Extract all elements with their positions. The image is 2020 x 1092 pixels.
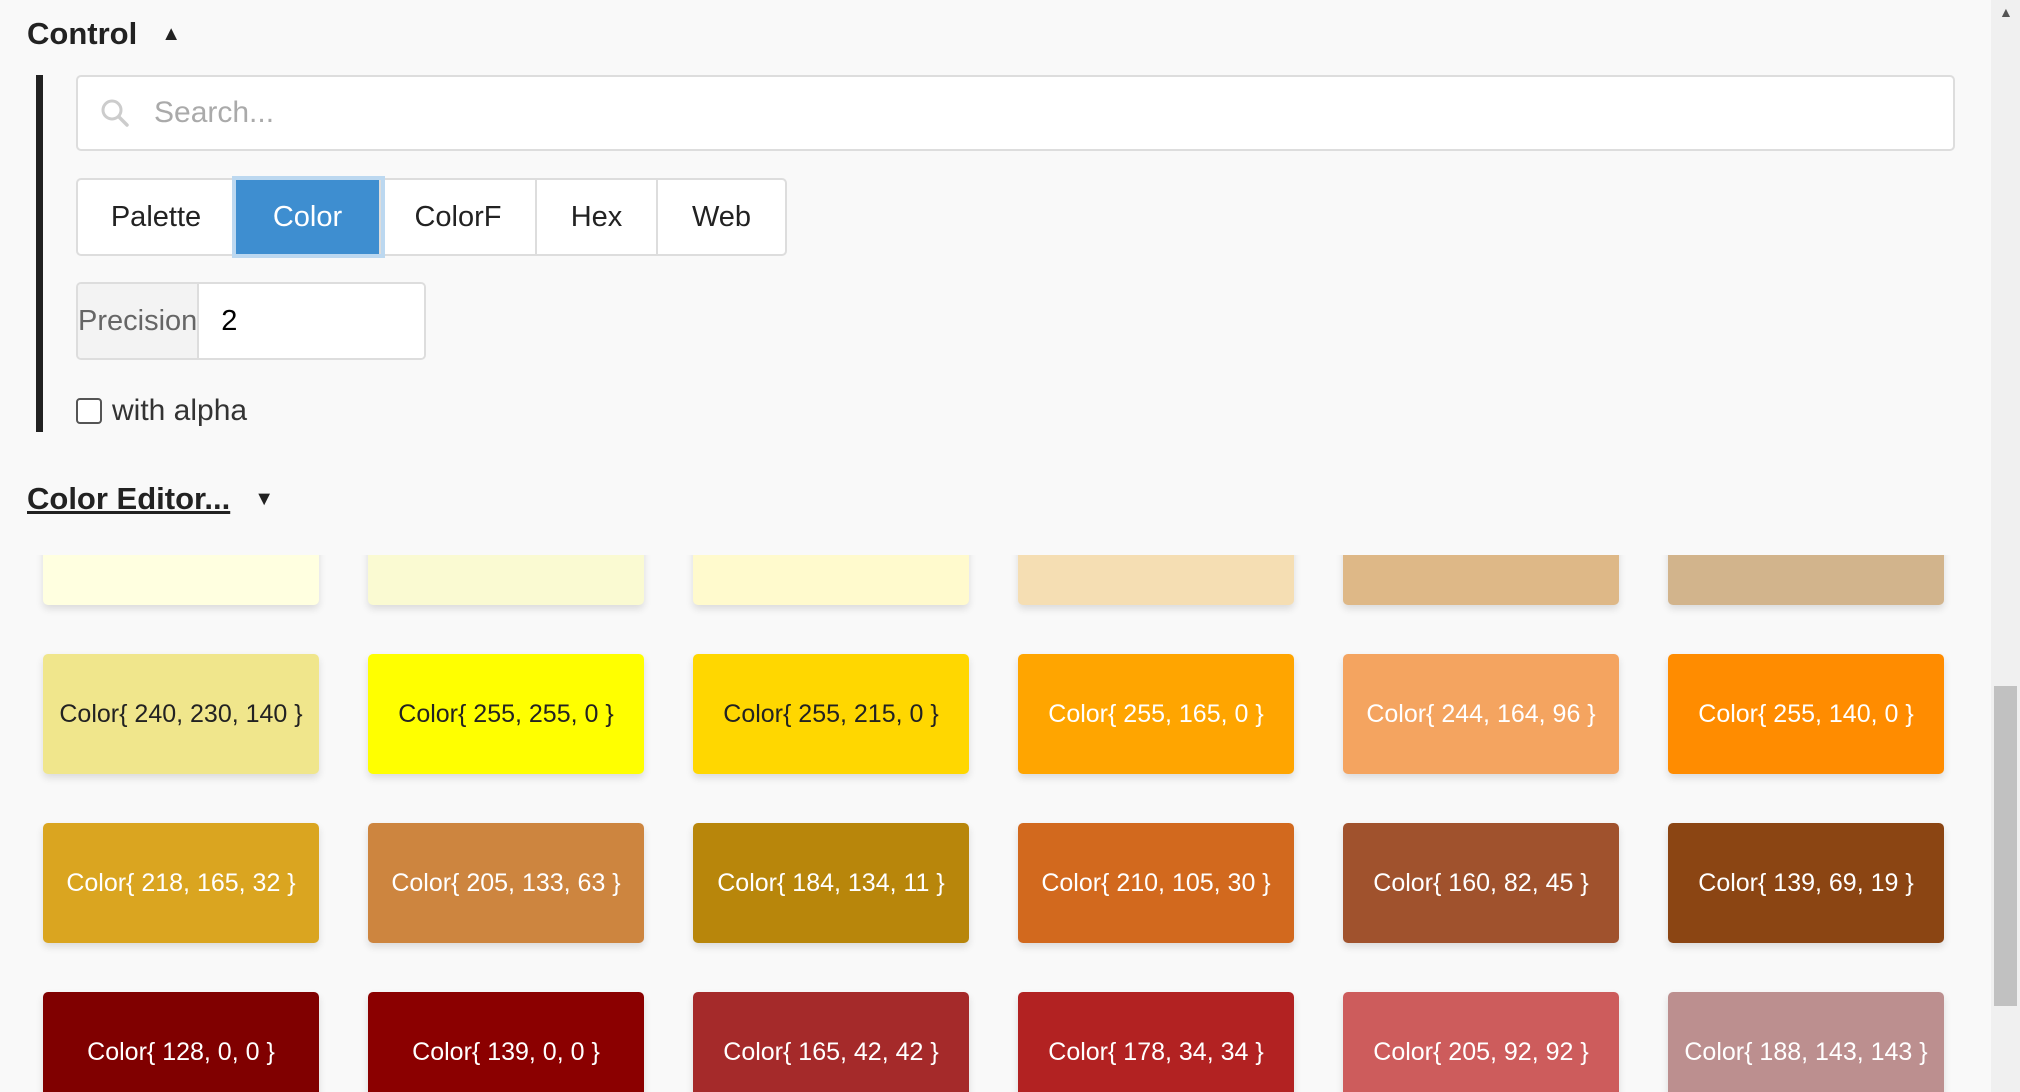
color-swatch[interactable]: Color{ 255, 250, 205 } <box>693 555 969 605</box>
swatch-label: Color{ 139, 0, 0 } <box>412 1037 600 1066</box>
swatch-label: Color{ 128, 0, 0 } <box>87 1037 275 1066</box>
swatch-label: Color{ 240, 230, 140 } <box>59 699 303 728</box>
control-title: Control <box>27 16 138 51</box>
format-palette-button[interactable]: Palette <box>78 180 236 254</box>
color-swatch[interactable]: Color{ 165, 42, 42 } <box>693 992 969 1092</box>
color-swatch[interactable]: Color{ 139, 69, 19 } <box>1668 823 1944 943</box>
color-swatch[interactable]: Color{ 240, 230, 140 } <box>43 654 319 774</box>
format-button-group: Palette Color ColorF Hex Web <box>76 176 787 258</box>
color-swatch[interactable]: Color{ 210, 105, 30 } <box>1018 823 1294 943</box>
control-section-header[interactable]: Control ▲ <box>27 16 181 52</box>
color-swatch[interactable]: Color{ 255, 255, 0 } <box>368 654 644 774</box>
color-swatch[interactable]: Color{ 160, 82, 45 } <box>1343 823 1619 943</box>
color-swatch[interactable]: Color{ 205, 133, 63 } <box>368 823 644 943</box>
color-swatch[interactable]: Color{ 188, 143, 143 } <box>1668 992 1944 1092</box>
caret-down-icon[interactable]: ▼ <box>254 488 274 511</box>
format-web-button[interactable]: Web <box>658 180 785 254</box>
search-icon <box>101 99 129 127</box>
with-alpha-checkbox[interactable]: with alpha <box>76 394 247 428</box>
color-swatch[interactable]: Color{ 128, 0, 0 } <box>43 992 319 1092</box>
scrollbar-thumb[interactable] <box>1994 686 2017 1006</box>
swatch-label: Color{ 210, 105, 30 } <box>1041 868 1271 897</box>
color-swatch[interactable]: Color{ 255, 255, 224 } <box>43 555 319 605</box>
swatch-label: Color{ 218, 165, 32 } <box>66 868 296 897</box>
color-swatch[interactable]: Color{ 255, 140, 0 } <box>1668 654 1944 774</box>
swatch-scroll-area: Color{ 255, 255, 224 } Color{ 250, 250, 2… <box>0 555 1991 1092</box>
color-swatch[interactable]: Color{ 244, 164, 96 } <box>1343 654 1619 774</box>
color-swatch[interactable]: Color{ 184, 134, 11 } <box>693 823 969 943</box>
color-swatch[interactable]: Color{ 222, 184, 135 } <box>1343 555 1619 605</box>
scrollbar[interactable]: ▲ <box>1991 0 2020 1092</box>
section-indent-bar <box>36 75 43 432</box>
color-swatch[interactable]: Color{ 218, 165, 32 } <box>43 823 319 943</box>
color-swatch[interactable]: Color{ 210, 180, 140 } <box>1668 555 1944 605</box>
format-hex-button[interactable]: Hex <box>537 180 658 254</box>
swatch-label: Color{ 255, 140, 0 } <box>1698 699 1914 728</box>
caret-up-icon[interactable]: ▲ <box>161 23 181 46</box>
scroll-up-arrow-icon[interactable]: ▲ <box>1999 4 2013 20</box>
color-swatch[interactable]: Color{ 139, 0, 0 } <box>368 992 644 1092</box>
precision-label: Precision <box>78 284 200 358</box>
color-swatch[interactable]: Color{ 178, 34, 34 } <box>1018 992 1294 1092</box>
color-swatch[interactable]: Color{ 255, 215, 0 } <box>693 654 969 774</box>
swatch-label: Color{ 160, 82, 45 } <box>1373 868 1589 897</box>
format-color-button[interactable]: Color <box>232 176 385 258</box>
with-alpha-label: with alpha <box>112 394 248 427</box>
checkbox-box[interactable] <box>76 398 102 424</box>
color-editor-header[interactable]: Color Editor... ▼ <box>27 481 274 517</box>
color-swatch[interactable]: Color{ 205, 92, 92 } <box>1343 992 1619 1092</box>
search-input[interactable] <box>152 95 1856 131</box>
swatch-label: Color{ 178, 34, 34 } <box>1048 1037 1264 1066</box>
swatch-label: Color{ 255, 255, 0 } <box>398 699 614 728</box>
swatch-label: Color{ 188, 143, 143 } <box>1684 1037 1928 1066</box>
search-field[interactable] <box>76 75 1955 151</box>
swatch-grid: Color{ 255, 255, 224 } Color{ 250, 250, 2… <box>43 555 1944 1092</box>
swatch-label: Color{ 165, 42, 42 } <box>723 1037 939 1066</box>
swatch-label: Color{ 205, 92, 92 } <box>1373 1037 1589 1066</box>
color-editor-title[interactable]: Color Editor... <box>27 481 230 517</box>
swatch-label: Color{ 184, 134, 11 } <box>717 868 945 897</box>
precision-input[interactable] <box>199 284 424 358</box>
swatch-label: Color{ 205, 133, 63 } <box>391 868 621 897</box>
swatch-label: Color{ 255, 165, 0 } <box>1048 699 1264 728</box>
swatch-label: Color{ 255, 215, 0 } <box>723 699 939 728</box>
precision-field: Precision <box>76 282 426 360</box>
swatch-label: Color{ 139, 69, 19 } <box>1698 868 1914 897</box>
color-swatch[interactable]: Color{ 245, 222, 179 } <box>1018 555 1294 605</box>
format-colorf-button[interactable]: ColorF <box>381 180 537 254</box>
color-swatch[interactable]: Color{ 255, 165, 0 } <box>1018 654 1294 774</box>
swatch-label: Color{ 244, 164, 96 } <box>1366 699 1596 728</box>
color-swatch[interactable]: Color{ 250, 250, 210 } <box>368 555 644 605</box>
